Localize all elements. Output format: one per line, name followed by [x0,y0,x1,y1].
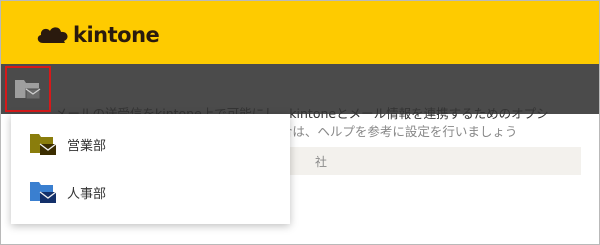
logo-text: kintone [73,23,160,47]
space-dropdown-menu: 営業部 人事部 [11,114,290,224]
space-menu-button[interactable] [5,66,51,112]
app-header: kintone [1,1,599,64]
space-folder-mail-icon [15,80,41,100]
dropdown-item-hr[interactable]: 人事部 [11,170,290,214]
dropdown-item-label: 人事部 [67,186,107,202]
cloud-logo-icon [37,27,68,43]
kintone-logo[interactable]: kintone [35,20,175,50]
section-bar-text: 社 [315,155,328,169]
folder-mail-icon [30,134,57,155]
dropdown-item-label: 営業部 [67,138,107,154]
dropdown-item-sales[interactable]: 営業部 [11,122,290,166]
folder-mail-icon [30,182,57,203]
